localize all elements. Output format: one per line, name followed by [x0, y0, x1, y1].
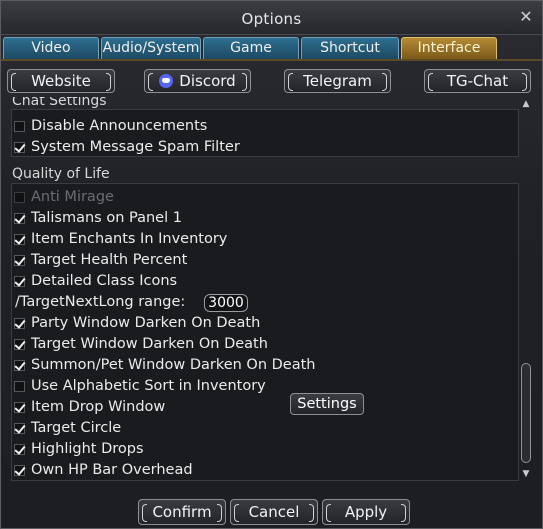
- checkbox-row-own-hp-bar[interactable]: Own HP Bar Overhead: [14, 460, 193, 480]
- close-icon[interactable]: ✕: [518, 9, 534, 25]
- checkbox-row-target-circle[interactable]: Target Circle: [14, 418, 121, 438]
- option-label: Summon/Pet Window Darken On Death: [31, 357, 316, 373]
- option-label: Talismans on Panel 1: [31, 210, 182, 226]
- tab-interface[interactable]: Interface: [401, 37, 497, 59]
- checkbox-summon-darken[interactable]: [14, 359, 25, 371]
- scroll-up-icon[interactable]: ▲: [520, 99, 532, 109]
- checkbox-target-darken[interactable]: [14, 338, 25, 350]
- quality-of-life-panel: Anti Mirage Talismans on Panel 1 Item En…: [11, 183, 519, 481]
- option-label: Detailed Class Icons: [31, 273, 178, 289]
- target-next-long-label: /TargetNextLong range:: [15, 294, 186, 310]
- options-window: Options ✕ Video Audio/System Game Shortc…: [0, 0, 543, 529]
- tab-shortcut[interactable]: Shortcut: [301, 37, 399, 59]
- checkbox-row-class-icons[interactable]: Detailed Class Icons: [14, 271, 177, 291]
- scroll-down-icon[interactable]: ▼: [520, 469, 532, 479]
- discord-label: Discord: [179, 72, 236, 90]
- checkbox-highlight-drops[interactable]: [14, 443, 25, 455]
- confirm-button[interactable]: Confirm: [138, 499, 226, 525]
- checkbox-row-party-darken[interactable]: Party Window Darken On Death: [14, 313, 260, 333]
- quality-of-life-heading: Quality of Life: [12, 166, 110, 182]
- option-label: Item Enchants In Inventory: [31, 231, 228, 247]
- title-bar[interactable]: Options ✕: [1, 1, 542, 35]
- option-label: Own HP Bar Overhead: [31, 462, 193, 478]
- apply-button[interactable]: Apply: [322, 499, 410, 525]
- option-label: System Message Spam Filter: [31, 139, 240, 155]
- discord-icon: [159, 74, 174, 88]
- checkbox-row-spam-filter[interactable]: System Message Spam Filter: [14, 137, 240, 157]
- option-label: Party Window Darken On Death: [31, 315, 261, 331]
- option-label: Item Drop Window: [31, 399, 166, 415]
- cancel-button[interactable]: Cancel: [230, 499, 318, 525]
- checkbox-row-target-darken[interactable]: Target Window Darken On Death: [14, 334, 268, 354]
- checkbox-row-target-health[interactable]: Target Health Percent: [14, 250, 187, 270]
- checkbox-own-hp-bar[interactable]: [14, 464, 25, 476]
- option-label: Target Window Darken On Death: [31, 336, 268, 352]
- checkbox-target-circle[interactable]: [14, 422, 25, 434]
- checkbox-row-item-enchants[interactable]: Item Enchants In Inventory: [14, 229, 227, 249]
- checkbox-item-drop-window[interactable]: [14, 401, 25, 413]
- checkbox-disable-announcements[interactable]: [14, 120, 25, 132]
- chat-settings-heading: Chat Settings: [12, 97, 107, 109]
- options-scrollbar[interactable]: ▲ ▼: [520, 97, 532, 481]
- scroll-thumb[interactable]: [521, 363, 531, 463]
- target-next-long-row: /TargetNextLong range:: [15, 292, 185, 312]
- checkbox-row-item-drop-window[interactable]: Item Drop Window: [14, 397, 165, 417]
- checkbox-item-enchants[interactable]: [14, 233, 25, 245]
- checkbox-row-summon-darken[interactable]: Summon/Pet Window Darken On Death: [14, 355, 316, 375]
- option-label: Disable Announcements: [31, 118, 208, 134]
- checkbox-alphabetic-sort[interactable]: [14, 380, 25, 392]
- option-label: Anti Mirage: [31, 189, 114, 205]
- checkbox-row-talismans[interactable]: Talismans on Panel 1: [14, 208, 182, 228]
- checkbox-row-alphabetic-sort[interactable]: Use Alphabetic Sort in Inventory: [14, 376, 266, 396]
- website-button[interactable]: Website: [7, 69, 115, 93]
- tab-game[interactable]: Game: [203, 37, 299, 59]
- option-label: Target Circle: [31, 420, 122, 436]
- tg-chat-button[interactable]: TG-Chat: [424, 69, 531, 93]
- chat-settings-panel: Disable Announcements System Message Spa…: [11, 109, 519, 157]
- tab-bar: Video Audio/System Game Shortcut Interfa…: [3, 37, 542, 59]
- item-drop-settings-button[interactable]: Settings: [290, 393, 364, 415]
- checkbox-class-icons[interactable]: [14, 275, 25, 287]
- checkbox-target-health[interactable]: [14, 254, 25, 266]
- option-label: Use Alphabetic Sort in Inventory: [31, 378, 266, 394]
- target-next-long-range-input[interactable]: [204, 294, 248, 312]
- window-title: Options: [241, 10, 302, 28]
- checkbox-anti-mirage[interactable]: [14, 191, 25, 203]
- checkbox-party-darken[interactable]: [14, 317, 25, 329]
- tab-divider: [1, 59, 542, 61]
- option-label: Highlight Drops: [31, 441, 144, 457]
- checkbox-spam-filter[interactable]: [14, 141, 25, 153]
- tab-audio-system[interactable]: Audio/System: [101, 37, 201, 59]
- checkbox-talismans[interactable]: [14, 212, 25, 224]
- checkbox-row-anti-mirage[interactable]: Anti Mirage: [14, 187, 114, 207]
- checkbox-row-disable-announcements[interactable]: Disable Announcements: [14, 116, 207, 136]
- option-label: Target Health Percent: [31, 252, 188, 268]
- tab-video[interactable]: Video: [3, 37, 99, 59]
- discord-button[interactable]: Discord: [144, 69, 251, 93]
- checkbox-row-highlight-drops[interactable]: Highlight Drops: [14, 439, 144, 459]
- telegram-button[interactable]: Telegram: [284, 69, 391, 93]
